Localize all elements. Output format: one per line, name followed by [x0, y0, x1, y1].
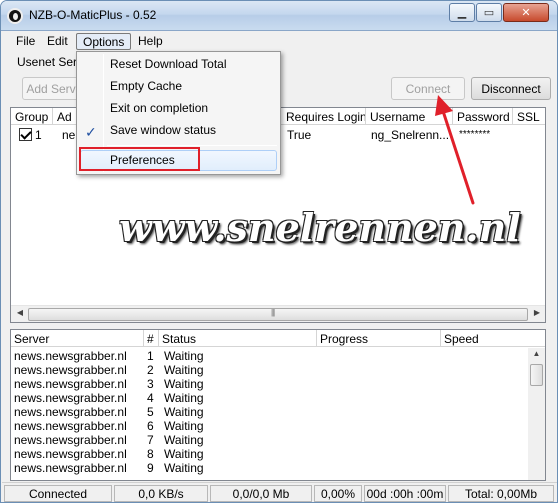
annotation-arrow	[435, 95, 475, 205]
app-window: NZB-O-MaticPlus - 0.52 ▁ ▭ ✕ File Edit O…	[0, 0, 558, 503]
